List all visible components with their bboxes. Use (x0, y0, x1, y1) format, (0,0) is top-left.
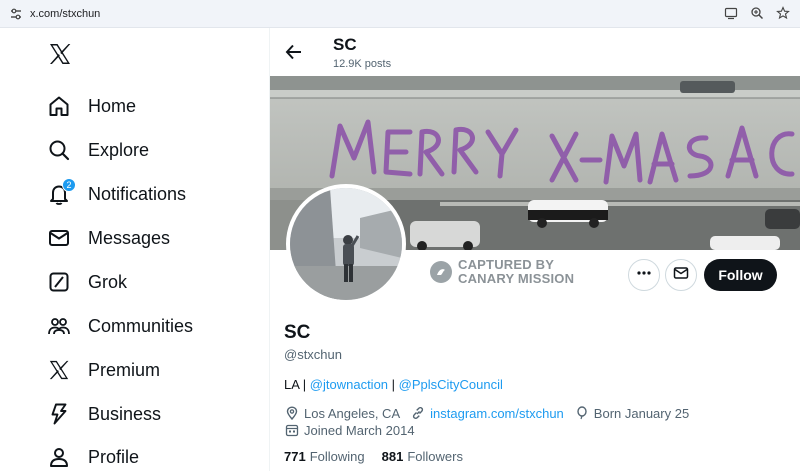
sidebar-item-label: Home (88, 95, 137, 116)
link-icon (410, 405, 426, 421)
sidebar-item-label: Profile (88, 446, 140, 467)
search-icon (46, 137, 72, 163)
sidebar-item-label: Premium (88, 359, 161, 380)
people-icon (46, 313, 72, 339)
zoom-icon[interactable] (748, 4, 766, 22)
x-logo-icon (46, 357, 72, 383)
balloon-icon (574, 405, 590, 421)
location-pin-icon (284, 405, 300, 421)
sidebar-item-messages[interactable]: Messages (46, 220, 266, 256)
x-logo-icon[interactable] (48, 42, 72, 66)
header-name: SC (333, 35, 357, 54)
header-post-count: 12.9K posts (333, 58, 392, 70)
person-icon (46, 444, 72, 470)
grok-icon (46, 269, 72, 295)
profile-bio: LA | @jtownaction | @PplsCityCouncil (284, 377, 503, 392)
profile-handle: @stxchun (284, 347, 342, 362)
profile-website[interactable]: instagram.com/stxchun (410, 405, 564, 421)
follow-stats: 771 Following 881 Followers (284, 449, 480, 464)
sidebar-item-label: Grok (88, 271, 128, 292)
sidebar-item-profile[interactable]: Profile (46, 439, 266, 475)
bookmark-star-icon[interactable] (774, 4, 792, 22)
profile-birthday: Born January 25 (574, 405, 689, 421)
profile-joined: Joined March 2014 (284, 422, 415, 438)
bell-icon: 2 (46, 178, 76, 207)
more-dots-icon (636, 265, 652, 286)
bio-mention-jtownaction[interactable]: @jtownaction (310, 377, 388, 392)
envelope-icon (673, 265, 689, 286)
sidebar-item-label: Messages (88, 227, 171, 248)
more-options-button[interactable] (628, 259, 660, 291)
watermark-line-1: CAPTURED BY (458, 257, 555, 272)
calendar-icon (284, 422, 300, 438)
envelope-icon (46, 225, 72, 251)
sidebar-nav: Home Explore 2 Notifications Messages Gr… (0, 28, 270, 471)
profile-main: SC 12.9K posts CAPTURED BY CANARY MISSIO… (270, 28, 800, 471)
sidebar-item-home[interactable]: Home (46, 88, 266, 124)
message-button[interactable] (665, 259, 697, 291)
site-info-icon[interactable] (6, 4, 26, 24)
profile-header: SC 12.9K posts (270, 28, 800, 76)
sidebar-item-label: Communities (88, 315, 194, 336)
sidebar-item-business[interactable]: Business (46, 396, 266, 432)
watermark-line-2: CANARY MISSION (458, 271, 575, 286)
url-text[interactable]: x.com/stxchun (30, 8, 100, 20)
lightning-icon (46, 401, 72, 427)
sidebar-item-label: Notifications (88, 183, 187, 204)
sidebar-item-notifications[interactable]: 2 Notifications (46, 176, 266, 212)
cast-icon[interactable] (722, 4, 740, 22)
profile-meta-row: Los Angeles, CA instagram.com/stxchun Bo… (284, 405, 699, 421)
sidebar-item-premium[interactable]: Premium (46, 352, 266, 388)
follow-button[interactable]: Follow (704, 259, 777, 291)
bio-separator: | (388, 377, 399, 392)
following-link[interactable]: 771 Following (284, 449, 365, 464)
profile-display-name: SC (284, 322, 311, 343)
followers-link[interactable]: 881 Followers (382, 449, 463, 464)
sidebar-item-explore[interactable]: Explore (46, 132, 266, 168)
notification-badge: 2 (62, 178, 76, 192)
sidebar-item-label: Explore (88, 139, 150, 160)
sidebar-item-grok[interactable]: Grok (46, 264, 266, 300)
sidebar-item-label: Business (88, 403, 162, 424)
home-icon (46, 93, 72, 119)
bio-mention-pplscitycouncil[interactable]: @PplsCityCouncil (399, 377, 503, 392)
canary-mission-watermark: CAPTURED BY CANARY MISSION (430, 258, 574, 286)
profile-joined-row: Joined March 2014 (284, 422, 425, 438)
bio-text: LA | (284, 377, 310, 392)
browser-address-bar: x.com/stxchun (0, 0, 800, 28)
sidebar-item-communities[interactable]: Communities (46, 308, 266, 344)
canary-bird-icon (430, 261, 452, 283)
profile-location: Los Angeles, CA (284, 405, 400, 421)
back-arrow-icon[interactable] (282, 40, 306, 64)
profile-avatar[interactable] (286, 184, 406, 304)
